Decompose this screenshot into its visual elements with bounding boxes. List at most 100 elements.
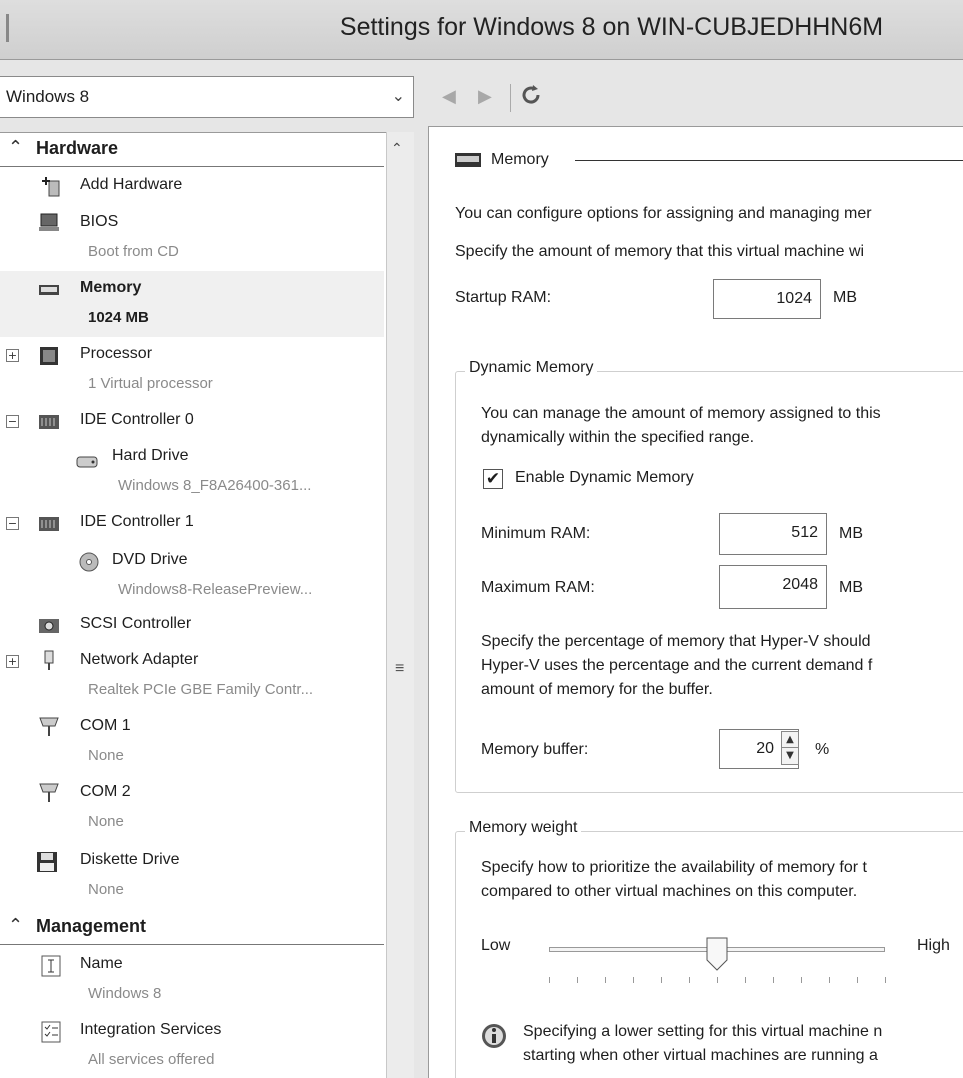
tree-item-integration-services[interactable]: Integration Services All services offere… [0,1015,384,1078]
add-hardware-icon [42,177,60,197]
tree-item-label: Diskette Drive [80,851,180,868]
memory-buffer-label: Memory buffer: [481,741,589,758]
minimum-ram-input[interactable]: 512 [719,513,827,555]
tree-item-label: Integration Services [80,1021,222,1038]
startup-ram-input[interactable]: 1024 [713,279,821,319]
network-adapter-icon [44,650,54,670]
memory-buffer-spinner[interactable]: ▲ ▼ [781,731,799,765]
tree-item-dvd-drive[interactable]: DVD Drive Windows8-ReleasePreview... [0,543,384,607]
startup-ram-label: Startup RAM: [455,289,552,306]
slider-tick [633,977,634,983]
tree-item-detail: Windows 8 [88,985,162,1002]
tree-scrollbar[interactable]: ⌃ ≡ [386,132,414,1078]
expand-icon[interactable]: + [6,655,19,668]
tree-item-com1[interactable]: COM 1 None [0,711,384,775]
tree-item-label: IDE Controller 1 [80,513,194,530]
processor-icon [40,347,58,365]
hardware-section-header[interactable]: ⌃ Hardware [0,133,384,167]
tree-item-memory[interactable]: Memory 1024 MB [0,271,384,337]
slider-tick [885,977,886,983]
minimum-ram-label: Minimum RAM: [481,525,591,542]
intro-text-2: Specify the amount of memory that this v… [455,243,865,260]
slider-tick [773,977,774,983]
memory-icon [39,285,59,295]
tree-item-detail: Windows 8_F8A26400-361... [118,477,312,494]
enable-dynamic-memory-label: Enable Dynamic Memory [515,469,694,486]
info-icon [482,1024,506,1048]
tree-item-label: Network Adapter [80,651,199,668]
dynamic-desc-1: You can manage the amount of memory assi… [481,405,881,422]
dynamic-memory-title: Dynamic Memory [465,359,598,377]
maximum-ram-label: Maximum RAM: [481,579,595,596]
startup-ram-unit: MB [833,289,857,306]
collapse-icon[interactable]: − [6,517,19,530]
weight-desc-2: compared to other virtual machines on th… [481,883,858,900]
tree-item-network-adapter[interactable]: + Network Adapter Realtek PCIe GBE Famil… [0,645,384,709]
vm-selector-value: Windows 8 [6,87,90,106]
scroll-grip-icon[interactable]: ≡ [395,660,404,678]
panel-header: Memory [491,151,549,168]
tree-item-bios[interactable]: BIOS Boot from CD [0,205,384,269]
com-port-icon [39,717,59,736]
tree-item-label: DVD Drive [112,551,188,568]
header-divider [575,160,963,161]
weight-note-2: starting when other virtual machines are… [523,1047,878,1064]
tree-item-com2[interactable]: COM 2 None [0,777,384,841]
tree-item-label: Processor [80,345,153,362]
memory-buffer-unit: % [815,741,830,758]
tree-item-scsi-controller[interactable]: SCSI Controller [0,609,384,643]
buffer-desc-3: amount of memory for the buffer. [481,681,713,698]
bios-icon [39,213,59,231]
spin-up-icon[interactable]: ▲ [782,732,798,748]
title-bar: Settings for Windows 8 on WIN-CUBJEDHHN6… [0,0,963,60]
tree-item-label: COM 2 [80,783,131,800]
hard-drive-icon [76,456,98,468]
window-title: Settings for Windows 8 on WIN-CUBJEDHHN6… [339,13,884,41]
enable-dynamic-memory-checkbox[interactable]: ✔ [483,469,503,489]
tree-item-diskette-drive[interactable]: Diskette Drive None [0,845,384,909]
memory-weight-title: Memory weight [465,819,582,837]
slider-tick [605,977,606,983]
tree-item-label: Memory [80,279,142,296]
collapse-icon[interactable]: − [6,415,19,428]
vm-selector-dropdown[interactable]: Windows 8 ⌄ [0,76,414,118]
slider-tick [661,977,662,983]
chevron-down-icon: ⌄ [391,88,405,105]
tree-item-ide-controller-0[interactable]: − IDE Controller 0 [0,405,384,439]
ide-controller-icon [39,517,59,531]
back-arrow-icon[interactable]: ◀ [442,86,456,107]
tree-item-label: Name [80,955,123,972]
name-icon [41,955,61,977]
slider-tick [577,977,578,983]
memory-weight-slider[interactable] [549,937,886,983]
tree-item-ide-controller-1[interactable]: − IDE Controller 1 [0,507,384,541]
tree-item-add-hardware[interactable]: Add Hardware [0,171,384,203]
spin-down-icon[interactable]: ▼ [782,748,798,764]
tree-item-processor[interactable]: + Processor 1 Virtual processor [0,339,384,403]
slider-tick [829,977,830,983]
scroll-up-icon[interactable]: ⌃ [391,140,403,157]
tree-item-name[interactable]: Name Windows 8 [0,949,384,1013]
collapse-icon[interactable]: ⌃ [8,915,23,936]
slider-tick [549,977,550,983]
collapse-icon[interactable]: ⌃ [8,137,23,158]
slider-tick [689,977,690,983]
expand-icon[interactable]: + [6,349,19,362]
tree-item-detail: 1024 MB [88,309,149,326]
forward-arrow-icon[interactable]: ▶ [478,86,492,107]
tree-item-hard-drive[interactable]: Hard Drive Windows 8_F8A26400-361... [0,441,384,505]
dynamic-desc-2: dynamically within the specified range. [481,429,755,446]
maximum-ram-input[interactable]: 2048 [719,565,827,609]
toolbar-separator [510,84,511,112]
refresh-icon[interactable] [518,82,544,108]
slider-thumb[interactable] [706,937,728,971]
nav-toolbar: ◀ ▶ [430,80,630,116]
maximum-ram-unit: MB [839,579,863,596]
tree-item-detail: 1 Virtual processor [88,375,213,392]
tree-item-label: Add Hardware [80,176,183,193]
slider-tick [857,977,858,983]
tree-item-detail: Realtek PCIe GBE Family Contr... [88,681,314,698]
management-section-header[interactable]: ⌃ Management [0,911,384,945]
tree-item-label: Hard Drive [112,447,189,464]
dvd-drive-icon [79,552,99,572]
